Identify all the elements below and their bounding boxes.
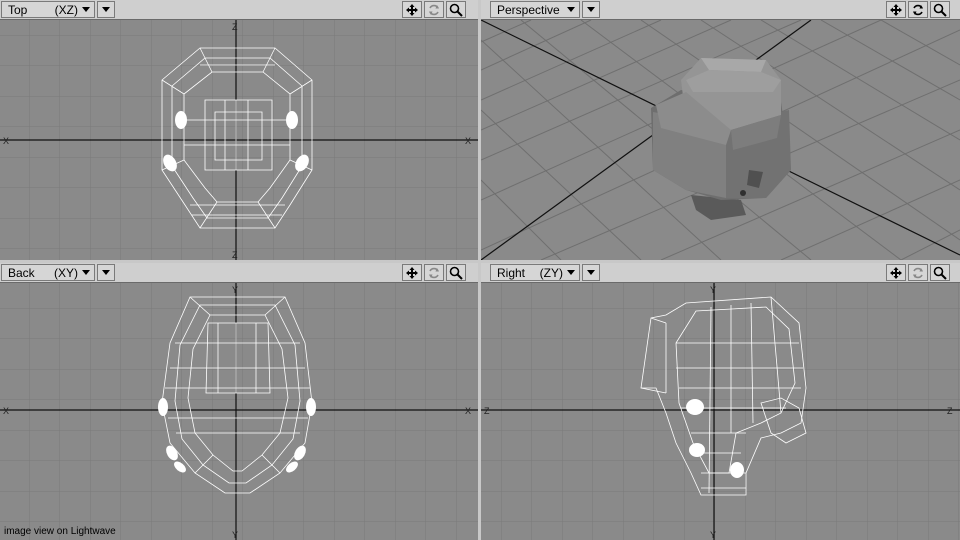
move-view-button[interactable] — [886, 1, 906, 18]
view-mode-select-right[interactable]: Right (ZY) — [490, 264, 580, 281]
chevron-down-icon — [587, 270, 595, 275]
dropdown-arrow-icon — [82, 7, 90, 12]
viewport-menu-button[interactable] — [97, 264, 115, 281]
dropdown-arrow-icon — [567, 7, 575, 12]
axis-label-y: Y — [710, 285, 716, 295]
rotate-icon — [913, 267, 923, 278]
viewport-back[interactable]: Back (XY) X X Y Y — [0, 263, 478, 540]
view-mode-label: Right — [497, 265, 526, 280]
view-mode-label: Perspective — [497, 2, 560, 17]
zoom-icon — [933, 266, 947, 280]
viewport-menu-button[interactable] — [582, 264, 600, 281]
axis-label-y-end: Y — [710, 530, 716, 540]
viewport-menu-button[interactable] — [582, 1, 600, 18]
viewport-perspective[interactable]: Perspective — [481, 0, 960, 260]
move-view-button[interactable] — [402, 264, 422, 281]
viewport-menu-button[interactable] — [97, 1, 115, 18]
viewport-right-header: Right (ZY) — [481, 263, 960, 283]
rotate-icon — [429, 4, 439, 15]
chevron-down-icon — [102, 270, 110, 275]
zoom-icon — [449, 266, 463, 280]
axis-label-x-end: X — [465, 136, 471, 146]
axis-label-x: X — [3, 136, 9, 146]
dropdown-arrow-icon — [82, 270, 90, 275]
move-icon — [406, 3, 418, 16]
back-view-svg: X X Y Y — [0, 283, 478, 540]
viewport-top-header: Top (XZ) — [0, 0, 478, 20]
view-axes-label: (ZY) — [539, 265, 563, 280]
rotate-view-button[interactable] — [908, 1, 928, 18]
view-axes-label: (XY) — [54, 265, 78, 280]
rotate-view-button[interactable] — [424, 264, 444, 281]
rotate-icon — [429, 267, 439, 278]
rotate-icon — [913, 4, 923, 15]
view-mode-label: Back — [8, 265, 35, 280]
zoom-view-button[interactable] — [930, 264, 950, 281]
dropdown-arrow-icon — [567, 270, 575, 275]
move-icon — [406, 266, 418, 279]
viewport-back-canvas[interactable]: X X Y Y — [0, 283, 478, 540]
chevron-down-icon — [102, 7, 110, 12]
viewport-perspective-canvas[interactable] — [481, 20, 960, 260]
axis-label-x-end: X — [465, 406, 471, 416]
viewport-right-canvas[interactable]: Z Z Y Y — [481, 283, 960, 540]
view-mode-select-back[interactable]: Back (XY) — [1, 264, 95, 281]
axis-label-z-end: Z — [947, 406, 953, 416]
viewport-right[interactable]: Right (ZY) Z Z Y Y — [481, 263, 960, 540]
axis-label-x: X — [3, 406, 9, 416]
viewport-top[interactable]: Top (XZ) X X Z Z — [0, 0, 478, 260]
viewport-top-canvas[interactable]: X X Z Z — [0, 20, 478, 260]
move-view-button[interactable] — [886, 264, 906, 281]
rotate-view-button[interactable] — [908, 264, 928, 281]
axis-label-z-end: Z — [232, 250, 238, 260]
axis-label-z: Z — [232, 22, 238, 32]
axis-label-y-end: Y — [232, 530, 238, 540]
axis-label-z: Z — [484, 406, 490, 416]
zoom-view-button[interactable] — [446, 264, 466, 281]
chevron-down-icon — [587, 7, 595, 12]
zoom-icon — [933, 3, 947, 17]
viewport-back-header: Back (XY) — [0, 263, 478, 283]
move-icon — [890, 3, 902, 16]
top-view-svg: X X Z Z — [0, 20, 478, 260]
move-view-button[interactable] — [402, 1, 422, 18]
move-icon — [890, 266, 902, 279]
view-axes-label: (XZ) — [54, 2, 78, 17]
image-caption: image view on Lightwave — [4, 526, 116, 537]
axis-label-y: Y — [232, 285, 238, 295]
view-mode-select-top[interactable]: Top (XZ) — [1, 1, 95, 18]
view-mode-label: Top — [8, 2, 28, 17]
view-mode-select-perspective[interactable]: Perspective — [490, 1, 580, 18]
right-view-svg: Z Z Y Y — [481, 283, 960, 540]
zoom-view-button[interactable] — [930, 1, 950, 18]
rotate-view-button[interactable] — [424, 1, 444, 18]
zoom-icon — [449, 3, 463, 17]
zoom-view-button[interactable] — [446, 1, 466, 18]
perspective-view-svg — [481, 20, 960, 260]
viewport-perspective-header: Perspective — [481, 0, 960, 20]
